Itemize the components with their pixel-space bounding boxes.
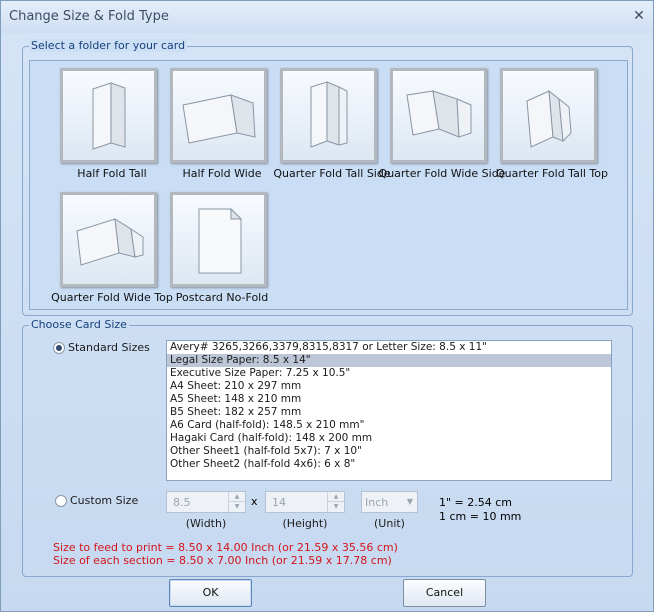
cancel-button[interactable]: Cancel [403,579,486,607]
folder-panel: Half Fold Tall Half Fold Wide Quarter Fo… [29,60,628,310]
card-label: Postcard No-Fold [175,291,269,304]
card-quarter-fold-tall-side[interactable]: Quarter Fold Tall Side [273,64,391,186]
close-button[interactable]: ✕ [629,6,649,26]
size-group-legend: Choose Card Size [29,318,129,331]
height-down-arrow-icon[interactable]: ▼ [328,502,344,512]
card-label: Quarter Fold Tall Top [495,167,608,180]
list-item[interactable]: A6 Card (half-fold): 148.5 x 210 mm" [167,419,611,432]
list-item[interactable]: A5 Sheet: 148 x 210 mm [167,393,611,406]
unit-value: Inch [365,496,389,509]
width-up-arrow-icon[interactable]: ▲ [229,492,245,502]
list-item[interactable]: Executive Size Paper: 7.25 x 10.5" [167,367,611,380]
card-quarter-fold-tall-top[interactable]: Quarter Fold Tall Top [496,64,608,186]
window-title: Change Size & Fold Type [9,9,169,24]
unit-label: (Unit) [374,517,405,530]
section-size-text: Size of each section = 8.50 x 7.00 Inch … [53,554,392,567]
height-spin-buttons: ▲ ▼ [327,492,344,512]
standard-sizes-list[interactable]: Avery# 3265,3266,3379,8315,8317 or Lette… [166,340,612,481]
height-value: 14 [272,496,286,509]
card-quarter-fold-wide-top[interactable]: Quarter Fold Wide Top [51,188,173,310]
width-spin-buttons: ▲ ▼ [228,492,245,512]
times-sign: x [251,495,258,508]
width-stepper[interactable]: 8.5 ▲ ▼ [166,491,246,513]
width-label: (Width) [185,517,227,530]
custom-size-label[interactable]: Custom Size [70,494,138,507]
quarter-fold-wide-top-icon [60,192,157,287]
unit-select[interactable]: Inch ▼ [361,491,418,513]
card-half-fold-tall[interactable]: Half Fold Tall [56,64,168,186]
list-item[interactable]: B5 Sheet: 182 x 257 mm [167,406,611,419]
half-fold-tall-icon [60,68,157,163]
height-up-arrow-icon[interactable]: ▲ [328,492,344,502]
title-bar: Change Size & Fold Type ✕ [1,1,653,33]
quarter-fold-wide-side-icon [390,68,487,163]
list-item[interactable]: Avery# 3265,3266,3379,8315,8317 or Lette… [167,341,611,354]
ok-button[interactable]: OK [169,579,252,607]
width-value: 8.5 [173,496,191,509]
conversion-cm: 1 cm = 10 mm [439,510,522,523]
quarter-fold-tall-side-icon [280,68,377,163]
standard-sizes-radio[interactable] [53,342,65,354]
card-postcard-no-fold[interactable]: Postcard No-Fold [166,188,278,310]
half-fold-wide-icon [170,68,267,163]
feed-size-text: Size to feed to print = 8.50 x 14.00 Inc… [53,541,398,554]
folder-group-legend: Select a folder for your card [29,39,188,52]
width-down-arrow-icon[interactable]: ▼ [229,502,245,512]
list-item[interactable]: Hagaki Card (half-fold): 148 x 200 mm [167,432,611,445]
list-item[interactable]: Other Sheet1 (half-fold 5x7): 7 x 10" [167,445,611,458]
standard-sizes-label[interactable]: Standard Sizes [68,341,150,354]
chevron-down-icon: ▼ [406,497,413,506]
dialog-window: Change Size & Fold Type ✕ Select a folde… [0,0,654,612]
quarter-fold-tall-top-icon [500,68,597,163]
conversion-inch: 1" = 2.54 cm [439,496,513,509]
postcard-no-fold-icon [170,192,267,287]
list-item[interactable]: Legal Size Paper: 8.5 x 14" [167,354,611,367]
list-item[interactable]: Other Sheet2 (half-fold 4x6): 6 x 8" [167,458,611,471]
list-item[interactable]: A4 Sheet: 210 x 297 mm [167,380,611,393]
card-quarter-fold-wide-side[interactable]: Quarter Fold Wide Side [379,64,505,186]
custom-size-radio[interactable] [55,495,67,507]
height-stepper[interactable]: 14 ▲ ▼ [265,491,345,513]
card-half-fold-wide[interactable]: Half Fold Wide [166,64,278,186]
height-label: (Height) [282,517,328,530]
